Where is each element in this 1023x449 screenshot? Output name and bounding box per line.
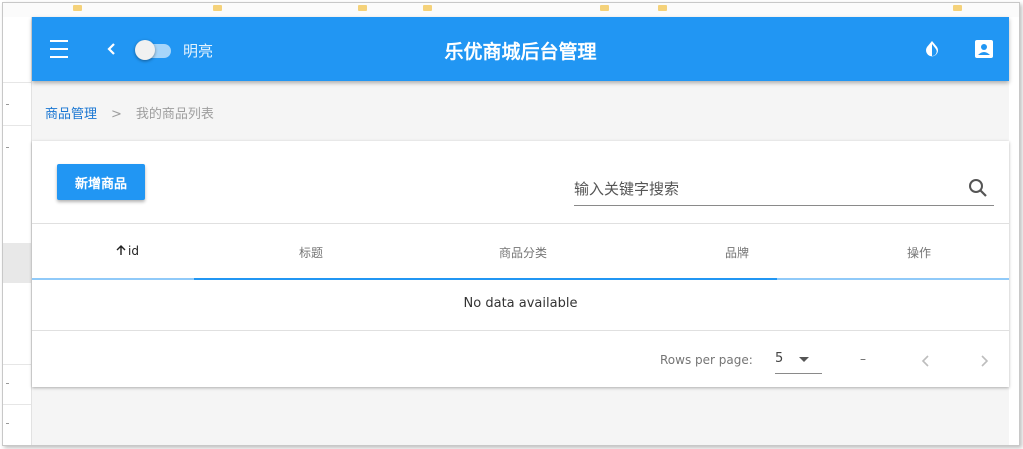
rows-per-page-value: 5: [775, 351, 784, 366]
caret-down-icon: [799, 357, 809, 362]
rows-per-page-label: Rows per page:: [660, 353, 753, 367]
column-header-id-label: id: [128, 244, 139, 258]
invert-colors-icon[interactable]: [918, 35, 946, 63]
next-page-icon[interactable]: [972, 349, 996, 373]
admin-app: 明亮 乐优商城后台管理 商品管理 > 我的商品列表 新增商品 输入关键字搜索 i…: [32, 17, 1009, 445]
rows-per-page-select[interactable]: 5: [775, 351, 822, 374]
empty-table-message: No data available: [32, 280, 1009, 331]
column-header-actions: 操作: [907, 246, 932, 260]
app-bar: 明亮 乐优商城后台管理: [32, 17, 1009, 81]
pagination-range: –: [860, 352, 866, 366]
outer-sidebar: [3, 17, 32, 445]
breadcrumb-parent-link[interactable]: 商品管理: [45, 107, 97, 122]
account-box-icon[interactable]: [970, 35, 998, 63]
column-header-title[interactable]: 标题: [299, 244, 323, 261]
add-goods-button[interactable]: 新增商品: [57, 164, 145, 200]
breadcrumb: 商品管理 > 我的商品列表: [45, 103, 214, 122]
goods-table-card: 新增商品 id 标题 商品分类 品牌 操作: [32, 141, 1009, 387]
search-field: [574, 175, 994, 206]
column-header-category[interactable]: 商品分类: [499, 244, 547, 261]
app-title: 乐优商城后台管理: [444, 41, 597, 63]
breadcrumb-current: 我的商品列表: [135, 107, 214, 122]
column-header-brand[interactable]: 品牌: [725, 244, 749, 261]
browser-frame: 明亮 乐优商城后台管理 商品管理 > 我的商品列表 新增商品 输入关键字搜索 i…: [2, 2, 1020, 446]
breadcrumb-separator: >: [111, 107, 122, 122]
search-icon[interactable]: [968, 178, 988, 202]
table-footer: Rows per page: 5 –: [32, 331, 1009, 387]
search-input[interactable]: [574, 177, 954, 201]
table-header-row: id 标题 商品分类 品牌 操作: [32, 223, 1009, 280]
column-header-id[interactable]: id: [116, 244, 139, 258]
top-strip: [3, 3, 1019, 17]
previous-page-icon[interactable]: [914, 349, 938, 373]
arrow-up-icon: [116, 245, 126, 255]
outer-sidebar-highlight: [3, 243, 31, 283]
